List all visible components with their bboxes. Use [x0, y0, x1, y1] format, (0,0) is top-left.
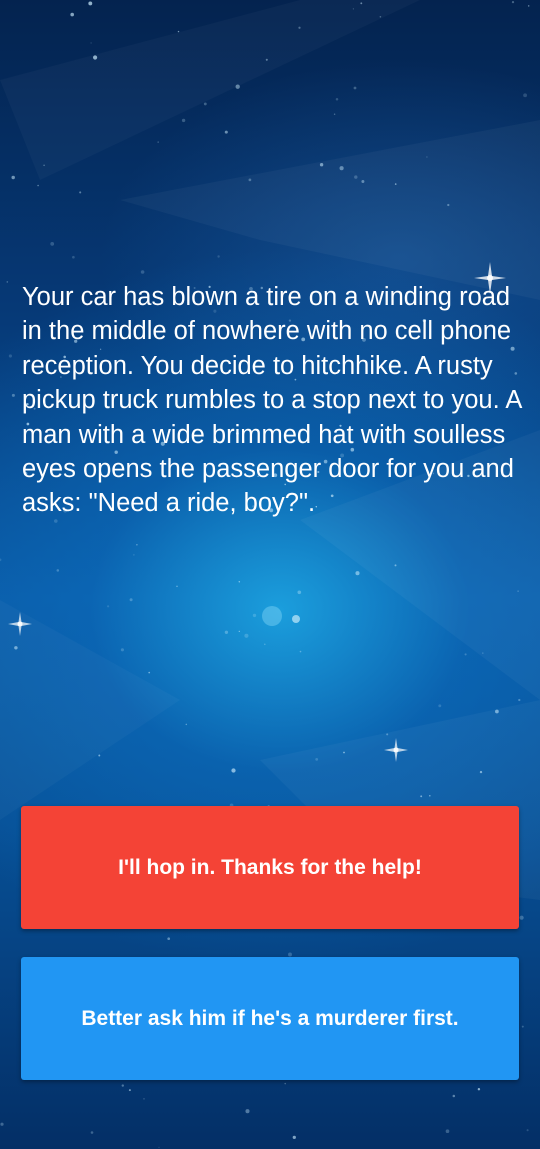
star-dot: [264, 643, 266, 646]
star-dot: [464, 653, 467, 656]
star-dot: [140, 270, 145, 274]
star-dot: [288, 952, 292, 957]
star-dot: [235, 84, 240, 89]
star-dot: [11, 175, 15, 180]
star-dot: [265, 58, 268, 61]
star-dot: [167, 937, 171, 941]
star-dot: [224, 630, 229, 634]
star-dot: [158, 1146, 160, 1149]
star-dot: [452, 1094, 456, 1098]
star-dot: [0, 558, 2, 562]
choice-button-ask-murderer[interactable]: Better ask him if he's a murderer first.: [21, 957, 519, 1080]
star-dot: [37, 184, 39, 187]
star-dot: [203, 102, 207, 106]
star-dot: [333, 113, 336, 116]
star-dot: [143, 1098, 145, 1100]
star-dot: [90, 1131, 94, 1134]
star-dot: [121, 1084, 124, 1087]
star-dot: [70, 12, 74, 17]
star-dot: [181, 118, 186, 123]
star-dot: [43, 164, 45, 167]
star-dot: [335, 97, 339, 101]
choice-button-hop-in[interactable]: I'll hop in. Thanks for the help!: [21, 806, 519, 929]
star-dot: [93, 55, 98, 60]
star-dot: [90, 42, 92, 44]
star-dot: [50, 242, 55, 246]
star-dot: [420, 795, 423, 798]
star-dot: [352, 8, 355, 10]
star-dot: [394, 564, 397, 567]
star-dot: [224, 130, 228, 134]
star-dot: [245, 1109, 250, 1114]
star-dot: [527, 5, 530, 7]
star-dot: [517, 590, 519, 592]
star-dot: [355, 571, 360, 576]
star-dot: [244, 633, 249, 638]
star-dot: [231, 768, 236, 773]
star-dot: [6, 281, 9, 283]
star-dot: [120, 648, 124, 652]
star-dot: [252, 613, 257, 618]
star-dot: [284, 1082, 286, 1085]
star-dot: [518, 698, 521, 702]
star-dot: [426, 156, 428, 158]
star-dot: [360, 2, 363, 5]
star-dot: [523, 93, 528, 98]
star-dot: [447, 203, 450, 207]
star-dot: [379, 15, 382, 18]
star-dot: [297, 590, 302, 595]
star-dot: [133, 554, 135, 556]
star-dot: [8, 354, 12, 358]
star-dot: [11, 393, 15, 397]
star-dot: [394, 183, 397, 185]
star-dot: [107, 605, 110, 608]
star-dot: [429, 794, 431, 797]
star-dot: [177, 30, 180, 33]
star-dot: [526, 1129, 529, 1132]
star-dot: [519, 915, 524, 920]
star-dot: [298, 26, 301, 29]
star-dot: [248, 178, 252, 182]
story-text: Your car has blown a tire on a winding r…: [22, 283, 521, 518]
star-dot: [339, 166, 344, 171]
star-dot: [482, 652, 484, 654]
star-dot: [438, 704, 442, 708]
star-dot: [361, 180, 365, 183]
star-dot: [495, 709, 499, 714]
star-dot: [128, 1089, 131, 1092]
star-dot: [315, 758, 319, 761]
star-dot: [343, 751, 345, 754]
star-dot: [185, 723, 188, 726]
star-dot: [238, 630, 240, 633]
star-dot: [386, 733, 389, 736]
star-dot: [477, 1087, 481, 1091]
star-dot: [14, 646, 18, 650]
star-dot: [72, 255, 75, 259]
star-dot: [353, 86, 357, 90]
star-dot: [521, 1025, 524, 1028]
star-dot: [238, 581, 241, 583]
star-dot: [445, 1129, 450, 1134]
star-dot: [129, 598, 133, 602]
star-dot: [157, 141, 159, 143]
star-dot: [88, 1, 93, 6]
star-dot: [176, 585, 178, 588]
star-dot: [136, 544, 138, 546]
star-dot: [299, 650, 302, 653]
star-dot: [479, 770, 483, 774]
star-dot: [217, 255, 220, 258]
star-dot: [98, 754, 101, 757]
star-dot: [0, 1122, 4, 1126]
star-dot: [292, 1135, 296, 1140]
star-dot: [79, 191, 82, 194]
star-dot: [148, 671, 151, 674]
star-dot: [511, 0, 515, 4]
star-dot: [56, 569, 60, 572]
star-dot: [354, 175, 358, 179]
star-dot: [319, 163, 324, 167]
